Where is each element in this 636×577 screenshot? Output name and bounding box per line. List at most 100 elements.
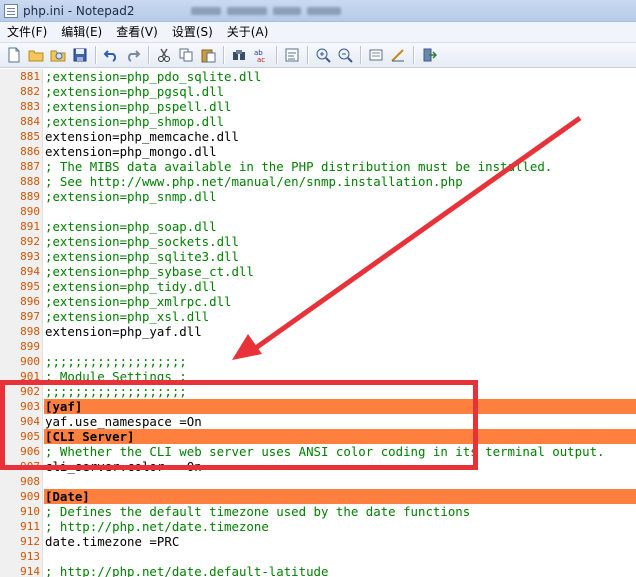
line-number: 899 bbox=[20, 340, 40, 353]
code-line[interactable]: 900;;;;;;;;;;;;;;;;;;; bbox=[0, 354, 636, 369]
code-line[interactable]: 898 extension=php_yaf.dll bbox=[0, 324, 636, 339]
exit-icon[interactable] bbox=[418, 44, 440, 66]
code-line[interactable]: 881 ;extension=php_pdo_sqlite.dll bbox=[0, 69, 636, 84]
code-line[interactable]: 882 ;extension=php_pgsql.dll bbox=[0, 84, 636, 99]
line-text: ; See http://www.php.net/manual/en/snmp.… bbox=[45, 174, 463, 189]
code-line[interactable]: 909 [Date] bbox=[0, 489, 636, 504]
code-line[interactable]: 887 ; The MIBS data available in the PHP … bbox=[0, 159, 636, 174]
code-line[interactable]: 884 ;extension=php_shmop.dll bbox=[0, 114, 636, 129]
line-text: ;extension=php_pspell.dll bbox=[45, 99, 232, 114]
code-line[interactable]: 896 ;extension=php_xmlrpc.dll bbox=[0, 294, 636, 309]
save-icon[interactable] bbox=[69, 44, 91, 66]
menu-file[interactable]: 文件(F) bbox=[0, 22, 54, 42]
line-number: 911 bbox=[20, 520, 40, 533]
line-number: 889 bbox=[20, 190, 40, 203]
line-number: 910 bbox=[20, 505, 40, 518]
line-text: ;extension=php_soap.dll bbox=[45, 219, 217, 234]
code-line[interactable]: 910 ; Defines the default timezone used b… bbox=[0, 504, 636, 519]
line-text: ;extension=php_sybase_ct.dll bbox=[45, 264, 254, 279]
redo-icon[interactable] bbox=[122, 44, 144, 66]
zoom-out-icon[interactable] bbox=[334, 44, 356, 66]
find-icon[interactable] bbox=[228, 44, 250, 66]
line-number: 913 bbox=[20, 550, 40, 563]
line-number: 894 bbox=[20, 265, 40, 278]
menu-view[interactable]: 查看(V) bbox=[109, 22, 165, 42]
line-number: 882 bbox=[20, 85, 40, 98]
line-text: ;extension=php_pdo_sqlite.dll bbox=[45, 69, 262, 84]
menu-settings[interactable]: 设置(S) bbox=[165, 22, 220, 42]
line-number: 893 bbox=[20, 250, 40, 263]
svg-text:ac: ac bbox=[257, 56, 265, 63]
paste-icon[interactable] bbox=[197, 44, 219, 66]
editor-area[interactable]: 881 ;extension=php_pdo_sqlite.dll 882 ;exte… bbox=[0, 69, 636, 577]
line-number: 912 bbox=[20, 535, 40, 548]
schema-icon[interactable] bbox=[365, 44, 387, 66]
open-folder-icon[interactable] bbox=[25, 44, 47, 66]
menu-edit[interactable]: 编辑(E) bbox=[54, 22, 109, 42]
code-line[interactable]: 891 ;extension=php_soap.dll bbox=[0, 219, 636, 234]
menu-about[interactable]: 关于(A) bbox=[220, 22, 276, 42]
customize-icon[interactable] bbox=[387, 44, 409, 66]
new-file-icon[interactable] bbox=[3, 44, 25, 66]
code-line[interactable]: 886 extension=php_mongo.dll bbox=[0, 144, 636, 159]
code-line[interactable]: 893 ;extension=php_sqlite3.dll bbox=[0, 249, 636, 264]
code-line[interactable]: 892 ;extension=php_sockets.dll bbox=[0, 234, 636, 249]
line-text: ;extension=php_tidy.dll bbox=[45, 279, 217, 294]
line-text: ;extension=php_snmp.dll bbox=[45, 189, 217, 204]
line-number: 892 bbox=[20, 235, 40, 248]
annotation-highlight-box bbox=[0, 380, 478, 470]
code-line[interactable]: 888 ; See http://www.php.net/manual/en/sn… bbox=[0, 174, 636, 189]
code-line[interactable]: 899 bbox=[0, 339, 636, 354]
code-line[interactable]: 894 ;extension=php_sybase_ct.dll bbox=[0, 264, 636, 279]
zoom-in-icon[interactable] bbox=[312, 44, 334, 66]
line-number: 881 bbox=[20, 70, 40, 83]
line-text: ; Defines the default timezone used by t… bbox=[45, 504, 471, 519]
line-number: 914 bbox=[20, 565, 40, 577]
wrap-icon[interactable] bbox=[281, 44, 303, 66]
window-title: php.ini - Notepad2 bbox=[23, 3, 135, 18]
copy-icon[interactable] bbox=[175, 44, 197, 66]
notepad-app-icon bbox=[4, 3, 18, 18]
code-line[interactable]: 895 ;extension=php_tidy.dll bbox=[0, 279, 636, 294]
line-text: date.timezone =PRC bbox=[45, 534, 180, 549]
line-text: ;extension=php_sockets.dll bbox=[45, 234, 239, 249]
line-text: ;extension=php_shmop.dll bbox=[45, 114, 225, 129]
line-number: 895 bbox=[20, 280, 40, 293]
line-text: ; The MIBS data available in the PHP dis… bbox=[45, 159, 553, 174]
line-number: 897 bbox=[20, 310, 40, 323]
title-bar: php.ini - Notepad2 bbox=[0, 0, 636, 22]
section-highlight bbox=[44, 489, 636, 504]
replace-icon[interactable]: ab ac bbox=[250, 44, 272, 66]
toolbar-separator bbox=[276, 46, 277, 64]
code-line[interactable]: 912 date.timezone =PRC bbox=[0, 534, 636, 549]
code-line[interactable]: 883 ;extension=php_pspell.dll bbox=[0, 99, 636, 114]
code-line[interactable]: 913 bbox=[0, 549, 636, 564]
line-number: 896 bbox=[20, 295, 40, 308]
line-text: ; http://php.net/date.timezone bbox=[45, 519, 269, 534]
line-text: extension=php_memcache.dll bbox=[45, 129, 239, 144]
cut-icon[interactable] bbox=[153, 44, 175, 66]
code-line[interactable]: 897 ;extension=php_xsl.dll bbox=[0, 309, 636, 324]
code-line[interactable]: 908 bbox=[0, 474, 636, 489]
code-line[interactable]: 914 ; http://php.net/date.default-latitud… bbox=[0, 564, 636, 577]
toolbar: ab ac bbox=[0, 42, 636, 68]
line-text: [Date] bbox=[45, 489, 90, 504]
code-line[interactable]: 885 extension=php_memcache.dll bbox=[0, 129, 636, 144]
line-number: 909 bbox=[20, 490, 40, 503]
line-number: 886 bbox=[20, 145, 40, 158]
line-number: 908 bbox=[20, 475, 40, 488]
undo-icon[interactable] bbox=[100, 44, 122, 66]
code-line[interactable]: 889 ;extension=php_snmp.dll bbox=[0, 189, 636, 204]
toolbar-separator bbox=[360, 46, 361, 64]
line-text: extension=php_mongo.dll bbox=[45, 144, 217, 159]
browse-icon[interactable] bbox=[47, 44, 69, 66]
line-number: 891 bbox=[20, 220, 40, 233]
line-text: ;extension=php_xmlrpc.dll bbox=[45, 294, 232, 309]
line-number: 885 bbox=[20, 130, 40, 143]
line-text: ;extension=php_xsl.dll bbox=[45, 309, 210, 324]
code-line[interactable]: 911 ; http://php.net/date.timezone bbox=[0, 519, 636, 534]
line-number: 883 bbox=[20, 100, 40, 113]
line-text: ;extension=php_sqlite3.dll bbox=[45, 249, 239, 264]
menu-bar: 文件(F) 编辑(E) 查看(V) 设置(S) 关于(A) bbox=[0, 22, 636, 42]
code-line[interactable]: 890 bbox=[0, 204, 636, 219]
